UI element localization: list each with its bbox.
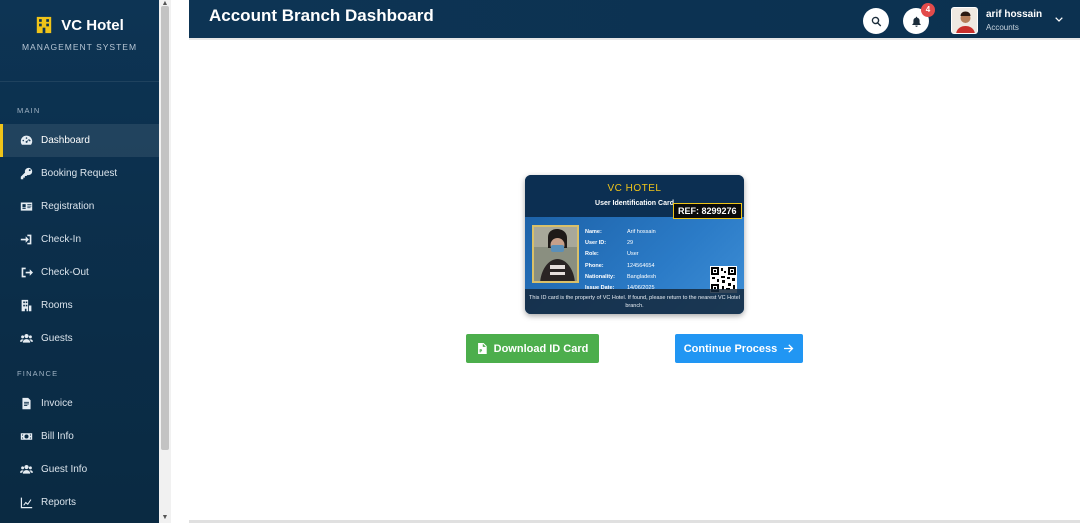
file-pdf-icon bbox=[477, 343, 487, 354]
notifications-button[interactable]: 4 bbox=[903, 3, 935, 34]
money-bill-icon bbox=[19, 430, 33, 444]
sidebar-item-rooms[interactable]: Rooms bbox=[0, 289, 159, 322]
sidebar: VC Hotel MANAGEMENT SYSTEM MAIN Dashboar… bbox=[0, 0, 159, 523]
id-card-photo bbox=[532, 225, 579, 283]
id-card-footer: This ID card is the property of VC Hotel… bbox=[525, 289, 744, 314]
dashboard-icon bbox=[19, 134, 33, 148]
sidebar-item-label: Check-Out bbox=[41, 267, 89, 278]
sidebar-item-label: Rooms bbox=[41, 300, 73, 311]
scroll-down-arrow-icon[interactable]: ▼ bbox=[160, 514, 170, 522]
sidebar-item-label: Guests bbox=[41, 333, 73, 344]
sidebar-item-dashboard[interactable]: Dashboard bbox=[0, 124, 159, 157]
id-card-field-row: Nationality: Bangladesh bbox=[585, 273, 657, 280]
search-icon bbox=[871, 16, 881, 26]
sign-out-icon bbox=[19, 266, 33, 280]
page-title: Account Branch Dashboard bbox=[209, 6, 434, 25]
user-name: arif hossain bbox=[986, 9, 1043, 20]
sidebar-item-label: Bill Info bbox=[41, 431, 74, 442]
id-card-icon bbox=[19, 200, 33, 214]
continue-button-label: Continue Process bbox=[683, 342, 778, 355]
hotel-icon bbox=[37, 16, 52, 34]
sidebar-item-bill-info[interactable]: Bill Info bbox=[0, 420, 159, 453]
id-card-preview: VC HOTEL User Identification Card Name: … bbox=[525, 175, 744, 314]
sidebar-item-invoice[interactable]: Invoice bbox=[0, 387, 159, 420]
brand: VC Hotel MANAGEMENT SYSTEM bbox=[0, 0, 159, 82]
arrow-right-icon bbox=[784, 344, 794, 353]
user-role: Accounts bbox=[986, 23, 1019, 32]
id-card-fields: Name: Arif hossain User ID: 29 Role: Use… bbox=[585, 227, 656, 294]
id-card-field-row: User ID: 29 bbox=[585, 240, 634, 247]
sidebar-item-reports[interactable]: Reports bbox=[0, 486, 159, 519]
key-icon bbox=[19, 167, 33, 181]
id-card-field-row: Role: User bbox=[585, 251, 639, 258]
user-menu[interactable]: arif hossain Accounts bbox=[951, 7, 1064, 34]
building-icon bbox=[19, 299, 33, 313]
sidebar-item-guests[interactable]: Guests bbox=[0, 322, 159, 355]
chart-line-icon bbox=[19, 496, 33, 510]
sidebar-scrollbar-thumb[interactable] bbox=[161, 6, 169, 450]
sidebar-item-label: Dashboard bbox=[41, 135, 90, 146]
id-card-hotel-name: VC HOTEL bbox=[607, 183, 662, 194]
chevron-down-icon[interactable] bbox=[1054, 12, 1064, 30]
section-label-main: MAIN bbox=[17, 106, 41, 115]
brand-subtitle: MANAGEMENT SYSTEM bbox=[21, 42, 138, 52]
download-id-card-button[interactable]: Download ID Card bbox=[466, 334, 599, 363]
users-icon bbox=[19, 332, 33, 346]
id-card-field-row: Phone: 124564654 bbox=[585, 262, 655, 269]
bell-icon bbox=[911, 16, 921, 27]
users-icon bbox=[19, 463, 33, 477]
continue-process-button[interactable]: Continue Process bbox=[675, 334, 803, 363]
id-card-field-row: Name: Arif hossain bbox=[585, 229, 656, 235]
sidebar-item-registration[interactable]: Registration bbox=[0, 190, 159, 223]
sidebar-item-guest-info[interactable]: Guest Info bbox=[0, 453, 159, 486]
brand-name: VC Hotel bbox=[61, 16, 124, 34]
search-button[interactable] bbox=[863, 8, 889, 34]
sidebar-item-label: Booking Request bbox=[41, 168, 118, 179]
sidebar-item-check-in[interactable]: Check-In bbox=[0, 223, 159, 256]
sidebar-item-booking-request[interactable]: Booking Request bbox=[0, 157, 159, 190]
sidebar-item-label: Check-In bbox=[41, 234, 82, 245]
section-label-finance: FINANCE bbox=[17, 369, 59, 378]
sidebar-item-check-out[interactable]: Check-Out bbox=[0, 256, 159, 289]
sidebar-item-label: Registration bbox=[41, 201, 95, 212]
scroll-up-arrow-icon[interactable]: ▲ bbox=[160, 0, 170, 8]
sidebar-item-label: Guest Info bbox=[41, 464, 88, 475]
reference-number: REF: 8299276 bbox=[673, 203, 742, 219]
sign-in-icon bbox=[19, 233, 33, 247]
notification-badge: 4 bbox=[921, 3, 935, 17]
download-button-label: Download ID Card bbox=[493, 342, 589, 355]
file-invoice-icon bbox=[19, 397, 33, 411]
sidebar-item-label: Reports bbox=[41, 497, 77, 508]
avatar bbox=[951, 7, 978, 34]
sidebar-item-label: Invoice bbox=[41, 398, 73, 409]
top-header: Account Branch Dashboard 4 arif hossain … bbox=[189, 0, 1080, 40]
